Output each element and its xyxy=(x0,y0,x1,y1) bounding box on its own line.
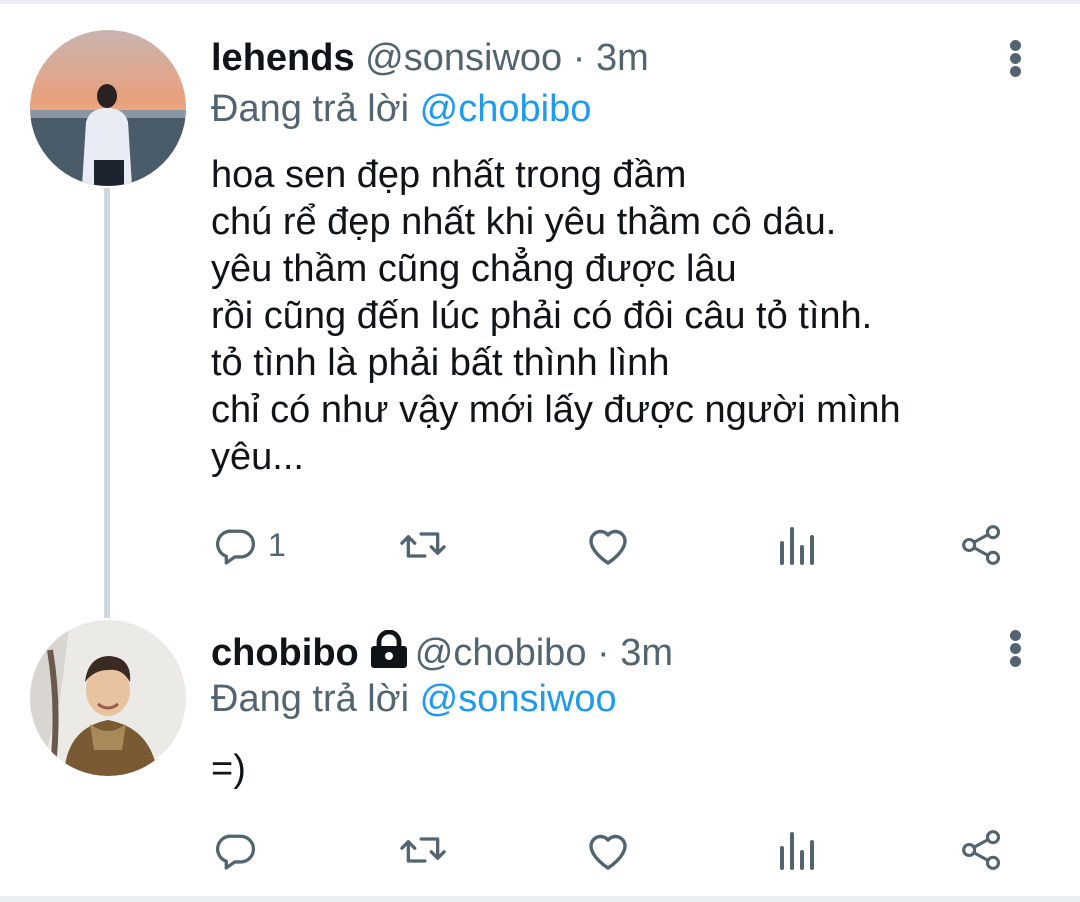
profile-photo-snow xyxy=(30,620,186,776)
share-icon xyxy=(962,830,1001,870)
tweet-header: lehends @sonsiwoo · 3m xyxy=(211,38,649,78)
thread-connector-line xyxy=(104,188,110,618)
share-icon xyxy=(962,525,1001,565)
tweet-time[interactable]: · 3m xyxy=(573,37,649,79)
reply-mention-link[interactable]: @chobibo xyxy=(420,88,592,130)
heart-icon xyxy=(589,529,627,565)
retweet-icon xyxy=(400,532,446,558)
avatar[interactable] xyxy=(30,620,186,776)
author-handle[interactable]: @sonsiwoo xyxy=(365,37,562,79)
tweet-time[interactable]: · 3m xyxy=(597,632,673,674)
retweet-button[interactable] xyxy=(398,521,448,569)
more-options-button[interactable] xyxy=(1004,628,1028,668)
analytics-icon xyxy=(780,527,814,565)
top-divider xyxy=(0,0,1080,4)
avatar[interactable] xyxy=(30,30,186,186)
bottom-divider xyxy=(0,896,1080,902)
author-handle[interactable]: @chobibo xyxy=(415,632,587,674)
more-options-button[interactable] xyxy=(1004,38,1028,78)
like-button[interactable] xyxy=(584,521,632,569)
reply-button[interactable]: 1 xyxy=(214,521,286,569)
profile-photo-sunset xyxy=(30,30,186,186)
replying-to: Đang trả lời @sonsiwoo xyxy=(211,677,617,721)
tweet-text: =) xyxy=(211,748,246,790)
share-button[interactable] xyxy=(960,826,1004,874)
author-name[interactable]: chobibo xyxy=(211,632,359,674)
analytics-icon xyxy=(780,832,814,870)
retweet-icon xyxy=(400,837,446,863)
retweet-button[interactable] xyxy=(398,826,448,874)
tweet-text: hoa sen đẹp nhất trong đầm chú rể đẹp nh… xyxy=(211,154,901,478)
replying-to-label: Đang trả lời xyxy=(211,88,410,130)
replying-to: Đang trả lời @chobibo xyxy=(211,87,591,131)
heart-icon xyxy=(589,834,627,870)
reply-button[interactable] xyxy=(214,826,268,874)
reply-icon xyxy=(216,834,256,870)
tweet-header: chobibo @chobibo · 3m xyxy=(211,629,673,676)
share-button[interactable] xyxy=(960,521,1004,569)
replying-to-label: Đang trả lời xyxy=(211,678,410,720)
like-button[interactable] xyxy=(584,826,632,874)
analytics-button[interactable] xyxy=(776,826,816,874)
analytics-button[interactable] xyxy=(776,521,816,569)
reply-mention-link[interactable]: @sonsiwoo xyxy=(420,678,617,720)
reply-count: 1 xyxy=(268,526,286,563)
lock-icon xyxy=(369,629,409,676)
author-name[interactable]: lehends xyxy=(211,37,355,79)
reply-icon xyxy=(216,529,256,565)
